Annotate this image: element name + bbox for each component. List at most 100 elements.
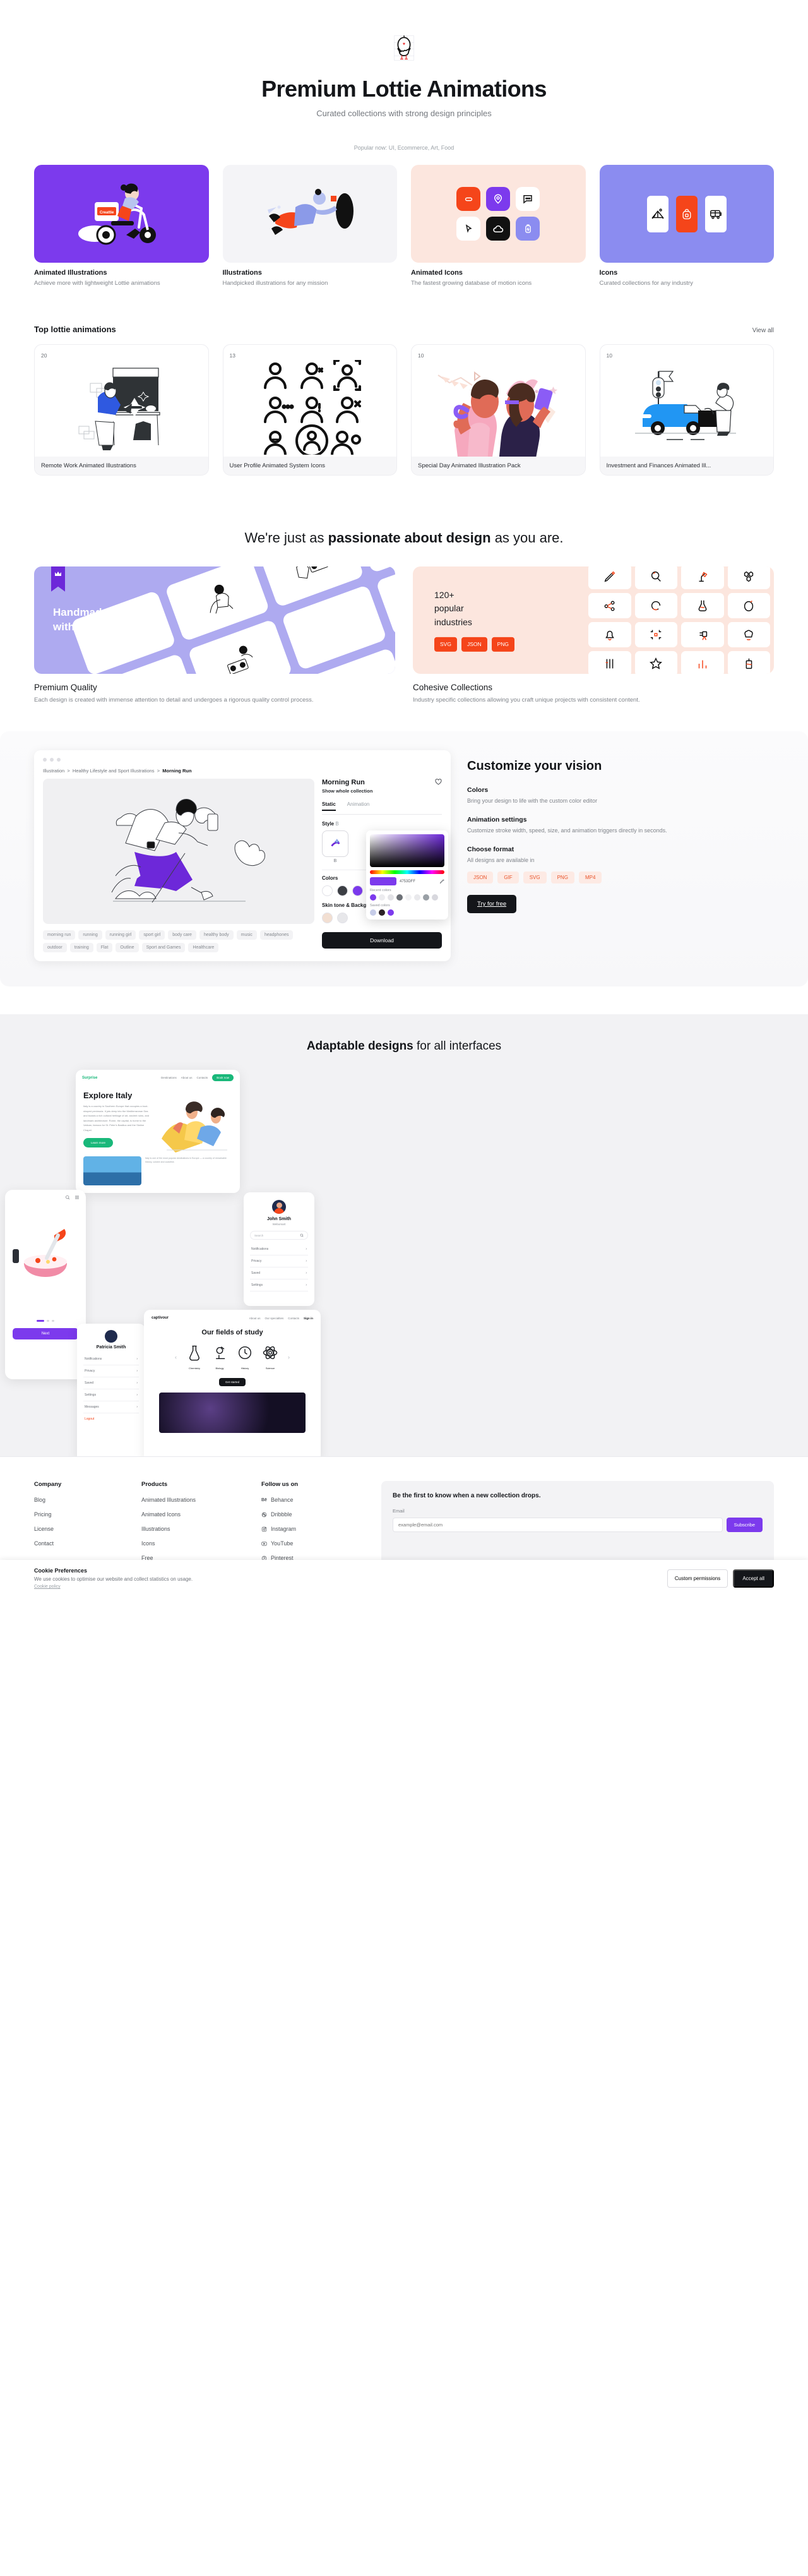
- top-animation-card[interactable]: 10: [411, 344, 586, 476]
- carousel-dot[interactable]: [47, 1320, 49, 1322]
- footer-social-behance[interactable]: Bē Behance: [261, 1497, 369, 1503]
- eyedropper-icon[interactable]: [439, 878, 444, 884]
- footer-link[interactable]: Illustrations: [141, 1526, 249, 1532]
- breadcrumb-item-1[interactable]: Illustration: [43, 768, 64, 774]
- footer-link[interactable]: Pricing: [34, 1511, 129, 1518]
- format-chip-mp4[interactable]: MP4: [578, 871, 602, 884]
- swatch-bg[interactable]: [337, 913, 348, 924]
- study-item[interactable]: Science: [261, 1344, 279, 1370]
- footer-link[interactable]: Animated Icons: [141, 1511, 249, 1518]
- top-animation-card[interactable]: 13 User Profile Animated System Icons: [222, 344, 397, 476]
- browser-nav-item[interactable]: Destinations: [161, 1076, 177, 1079]
- footer-social-youtube[interactable]: YouTube: [261, 1540, 369, 1547]
- profile-row[interactable]: Notifications ›: [83, 1353, 139, 1366]
- footer-link[interactable]: Icons: [141, 1540, 249, 1547]
- tag[interactable]: music: [236, 930, 257, 940]
- custom-permissions-button[interactable]: Custom permissions: [667, 1569, 728, 1588]
- profile-row[interactable]: Messages ›: [83, 1401, 139, 1414]
- category-card-animated-illustrations[interactable]: Creattie Animated Illustrations Achieve …: [34, 165, 209, 288]
- tab-animation[interactable]: Animation: [347, 801, 370, 811]
- tag[interactable]: Sport and Games: [141, 943, 186, 953]
- browser-mockup-fields-of-study: captivour About us Our specialties Conta…: [144, 1310, 321, 1457]
- study-nav-item[interactable]: About us: [249, 1317, 261, 1320]
- profile-row-logout[interactable]: Logout: [83, 1413, 139, 1425]
- tag[interactable]: Healthcare: [188, 943, 219, 953]
- study-item[interactable]: History: [236, 1344, 254, 1370]
- search-icon[interactable]: [65, 1195, 70, 1200]
- cassette-line-art: [334, 669, 379, 674]
- study-item[interactable]: Chemistry: [186, 1344, 203, 1370]
- tab-static[interactable]: Static: [322, 801, 336, 812]
- next-button[interactable]: Next: [13, 1328, 78, 1340]
- browser-nav-item[interactable]: Contacts: [196, 1076, 208, 1079]
- footer-link[interactable]: License: [34, 1526, 129, 1532]
- tag[interactable]: headphones: [259, 930, 294, 940]
- profile-search-placeholder[interactable]: Search: [254, 1234, 297, 1237]
- top-animation-card[interactable]: 20 Remote Work Animated Illustrations: [34, 344, 209, 476]
- profile-row[interactable]: Privacy ›: [83, 1365, 139, 1378]
- carousel-next-arrow[interactable]: ›: [288, 1354, 290, 1360]
- tag[interactable]: Outline: [116, 943, 139, 953]
- browser-nav-cta[interactable]: Book now: [212, 1074, 234, 1082]
- tag[interactable]: training: [69, 943, 93, 953]
- menu-icon[interactable]: [74, 1195, 80, 1200]
- tag[interactable]: morning run: [43, 930, 76, 940]
- study-item[interactable]: Biology: [211, 1344, 229, 1370]
- footer-link[interactable]: Animated Illustrations: [141, 1497, 249, 1503]
- style-thumb[interactable]: [322, 830, 348, 858]
- email-field[interactable]: [393, 1518, 723, 1533]
- try-for-free-button[interactable]: Try for free: [467, 894, 517, 913]
- tag[interactable]: running girl: [105, 930, 136, 940]
- study-nav-item[interactable]: Contacts: [288, 1317, 299, 1320]
- format-chip-gif[interactable]: GIF: [497, 871, 519, 884]
- study-sign-in[interactable]: Sign in: [304, 1317, 313, 1320]
- profile-row[interactable]: Saved ›: [250, 1267, 308, 1280]
- hex-value[interactable]: 4753DFF: [400, 880, 415, 884]
- swatch-purple[interactable]: [352, 885, 363, 897]
- footer-social-instagram[interactable]: Instagram: [261, 1526, 369, 1532]
- top-animation-card[interactable]: 10: [599, 344, 774, 476]
- tag[interactable]: sport girl: [139, 930, 165, 940]
- tag[interactable]: healthy body: [199, 930, 234, 940]
- footer-link[interactable]: Blog: [34, 1497, 129, 1503]
- subscribe-button[interactable]: Subscribe: [726, 1518, 763, 1533]
- search-icon[interactable]: [300, 1233, 304, 1237]
- format-chip-json[interactable]: JSON: [467, 871, 494, 884]
- tag[interactable]: body care: [168, 930, 196, 940]
- color-picker-popover[interactable]: 4753DFF Recent colors Saved colors: [366, 830, 448, 920]
- swatch-skin[interactable]: [322, 913, 333, 924]
- footer-link[interactable]: Contact: [34, 1540, 129, 1547]
- profile-row[interactable]: Privacy ›: [250, 1255, 308, 1268]
- footer-social-dribbble[interactable]: Dribbble: [261, 1511, 369, 1518]
- swatch-white[interactable]: [322, 885, 333, 897]
- browser-nav-item[interactable]: About us: [181, 1076, 193, 1079]
- category-card-illustrations[interactable]: Illustrations Handpicked illustrations f…: [222, 165, 397, 288]
- carousel-prev-arrow[interactable]: ‹: [175, 1354, 177, 1360]
- swatch-dark[interactable]: [337, 885, 348, 897]
- study-nav-item[interactable]: Our specialties: [264, 1317, 283, 1320]
- explore-cta[interactable]: Learn more: [83, 1137, 114, 1147]
- carousel-dot[interactable]: [52, 1320, 54, 1322]
- view-all-link[interactable]: View all: [752, 327, 774, 334]
- category-card-animated-icons[interactable]: Animated Icons The fastest growing datab…: [411, 165, 586, 288]
- breadcrumb-item-2[interactable]: Healthy Lifestyle and Sport Illustration…: [73, 768, 155, 774]
- download-button[interactable]: Download: [322, 932, 442, 949]
- saturation-value-area[interactable]: [370, 834, 444, 868]
- hue-slider[interactable]: [370, 870, 444, 875]
- cookie-policy-link[interactable]: Cookie policy: [34, 1585, 193, 1589]
- profile-row[interactable]: Settings ›: [250, 1279, 308, 1292]
- carousel-dot-active[interactable]: [37, 1320, 44, 1322]
- heart-outline-icon[interactable]: [435, 779, 442, 785]
- show-collection-link[interactable]: Show whole collection: [322, 788, 372, 794]
- tag[interactable]: Flat: [96, 943, 113, 953]
- tag[interactable]: outdoor: [43, 943, 67, 953]
- category-card-icons[interactable]: Icons Curated collections for any indust…: [599, 165, 774, 288]
- accept-all-button[interactable]: Accept all: [733, 1569, 774, 1588]
- format-chip-png[interactable]: PNG: [550, 871, 574, 884]
- profile-row[interactable]: Notifications ›: [250, 1243, 308, 1256]
- study-cta[interactable]: Get started: [218, 1378, 246, 1387]
- profile-row[interactable]: Saved ›: [83, 1377, 139, 1390]
- format-chip-svg[interactable]: SVG: [523, 871, 547, 884]
- profile-row[interactable]: Settings ›: [83, 1389, 139, 1402]
- tag[interactable]: running: [78, 930, 102, 940]
